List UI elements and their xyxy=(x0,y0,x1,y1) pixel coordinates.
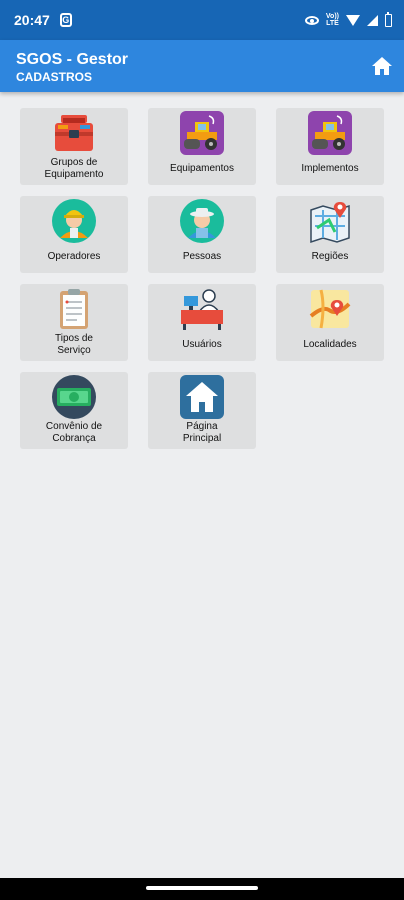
map-pin-icon xyxy=(307,198,353,244)
app-bar: SGOS - Gestor CADASTROS xyxy=(0,40,404,92)
tile-label: Implementos xyxy=(301,163,359,174)
tile-regioes[interactable]: Regiões xyxy=(276,196,384,273)
tile-localidades[interactable]: Localidades xyxy=(276,284,384,361)
notification-icon: G xyxy=(59,13,72,27)
tile-pessoas[interactable]: Pessoas xyxy=(148,196,256,273)
page-subtitle: CADASTROS xyxy=(16,70,93,84)
worker-icon xyxy=(51,198,97,244)
cadastros-grid: Grupos de Equipamento Equipamentos Imple… xyxy=(20,108,386,449)
wifi-icon xyxy=(346,14,360,26)
road-roller-icon xyxy=(307,110,353,156)
tile-equipamentos[interactable]: Equipamentos xyxy=(148,108,256,185)
tile-label: Convênio de Cobrança xyxy=(45,421,103,444)
cell-signal-icon xyxy=(367,14,378,26)
home-button[interactable] xyxy=(370,54,394,78)
road-roller-icon xyxy=(179,110,225,156)
location-map-icon xyxy=(307,286,353,332)
status-time: 20:47 xyxy=(14,12,50,28)
tile-label: Operadores xyxy=(47,251,101,262)
tile-implementos[interactable]: Implementos xyxy=(276,108,384,185)
battery-icon xyxy=(385,11,392,27)
tile-label: Localidades xyxy=(303,339,357,350)
user-desk-icon xyxy=(179,286,225,332)
toolbox-icon xyxy=(51,110,97,156)
tile-convenio-de-cobranca[interactable]: Convênio de Cobrança xyxy=(20,372,128,449)
farmer-icon xyxy=(179,198,225,244)
volte-indicator: Vo)) LTE xyxy=(325,13,339,27)
tile-label: Grupos de Equipamento xyxy=(44,157,104,180)
tile-label: Usuários xyxy=(182,339,222,350)
tile-label: Tipos de Serviço xyxy=(55,333,93,356)
eye-icon xyxy=(304,15,319,25)
navigation-bar xyxy=(0,878,404,900)
tile-label: Página Principal xyxy=(182,421,222,444)
tile-grupos-de-equipamento[interactable]: Grupos de Equipamento xyxy=(20,108,128,185)
money-icon xyxy=(51,374,97,420)
tile-pagina-principal[interactable]: Página Principal xyxy=(148,372,256,449)
app-title: SGOS - Gestor xyxy=(16,51,129,68)
home-page-icon xyxy=(179,374,225,420)
tile-tipos-de-servico[interactable]: Tipos de Serviço xyxy=(20,284,128,361)
home-icon xyxy=(372,57,392,75)
tile-label: Equipamentos xyxy=(170,163,234,174)
status-bar: 20:47 G Vo)) LTE xyxy=(0,0,404,40)
home-gesture-handle[interactable] xyxy=(146,886,258,890)
tile-usuarios[interactable]: Usuários xyxy=(148,284,256,361)
tile-label: Regiões xyxy=(311,251,349,262)
clipboard-icon xyxy=(51,286,97,332)
status-icons: Vo)) LTE xyxy=(304,11,392,27)
tile-label: Pessoas xyxy=(182,251,222,262)
tile-operadores[interactable]: Operadores xyxy=(20,196,128,273)
